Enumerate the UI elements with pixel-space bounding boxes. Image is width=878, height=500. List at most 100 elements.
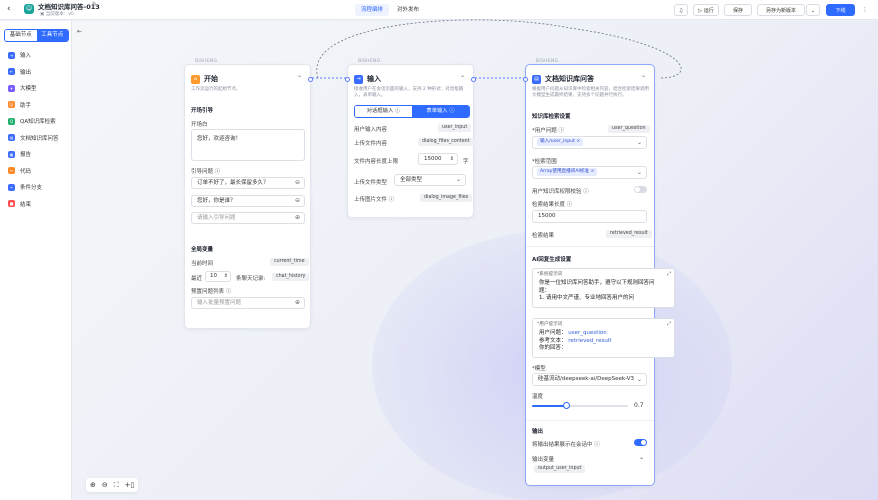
output-section-title: 输出 <box>532 429 544 435</box>
prompt-variable: user_question <box>568 330 607 336</box>
output-port[interactable] <box>308 77 313 82</box>
divider <box>526 420 654 421</box>
expand-icon[interactable]: ⤢ <box>667 271 671 277</box>
chevron-up-icon[interactable]: ⌃ <box>460 75 465 82</box>
tab-label: 对话框输入 <box>366 108 394 114</box>
system-prompt-editor[interactable]: *系统提示词 ⤢ 你是一位知识库问答助手，遵守以下规则回答问题： 1. 请用中文… <box>532 268 675 308</box>
info-icon: ⓘ <box>394 108 401 114</box>
guide-label-text: 引导问题 <box>191 169 214 175</box>
history-suffix: 条聊天记录: <box>236 276 266 282</box>
brand-label: BISHENG <box>358 59 381 64</box>
chevron-up-icon[interactable]: ⌃ <box>641 75 646 82</box>
prompt-line: 你是一位知识库问答助手，遵守以下规则回答问题： <box>539 280 655 294</box>
permission-label-text: 用户知识库权限校验 <box>532 189 582 195</box>
prompt-prefix: 用户问题： <box>539 330 567 336</box>
expand-icon[interactable]: ⤢ <box>667 321 671 327</box>
image-upload-var: dialog_image_files <box>420 194 473 202</box>
opening-section-title: 开场引导 <box>191 108 214 114</box>
prompt-line: 1. 请用中文严谨、专业地回答用户的问 <box>539 295 634 301</box>
question-select[interactable]: 输入/user_input × ⌄ <box>532 136 647 149</box>
file-content-label: 上传文件内容 <box>354 141 388 147</box>
info-icon: ⓘ <box>566 202 573 208</box>
history-count-input[interactable]: 10 ⇕ <box>205 271 231 282</box>
image-upload-label-text: 上传图片文件 <box>354 197 388 203</box>
retrieval-section-title: 知识库检索设置 <box>532 114 571 120</box>
model-value: 硅基流动/deepseek-ai/DeepSeek-V3 <box>538 376 635 382</box>
info-icon: ⓘ <box>388 197 395 203</box>
question-chip: 输入/user_input × <box>537 138 584 146</box>
show-result-toggle[interactable] <box>634 439 647 446</box>
chevron-down-icon: ⌄ <box>636 139 642 146</box>
info-icon: ⓘ <box>558 128 565 134</box>
current-time-var: current_time <box>270 258 309 266</box>
user-prompt-editor[interactable]: *用户提示词 ⤢ 用户问题： user_question 参考文本： retri… <box>532 318 675 358</box>
guide-question-1[interactable]: 订单不好了，最长保留多久？ ⊖ <box>191 177 305 189</box>
slider-handle[interactable] <box>562 402 570 409</box>
stepper-icon[interactable]: ⇕ <box>450 154 454 164</box>
user-prompt-text: 用户问题： user_question 参考文本： retrieved_resu… <box>539 330 664 353</box>
node-title: 文档知识库问答 <box>545 75 594 83</box>
file-type-select[interactable]: 全部类型 ⌄ <box>394 174 466 186</box>
question-label: *用户问题 ⓘ <box>532 126 564 134</box>
node-header: ▤ 文档知识库问答 <box>532 74 594 84</box>
brand-label: BISHENG <box>195 59 218 64</box>
system-prompt-text: 你是一位知识库问答助手，遵守以下规则回答问题： 1. 请用中文严谨、专业地回答用… <box>539 280 664 303</box>
temperature-value: 0.7 <box>634 402 644 409</box>
node-header: ⇥ 输入 <box>354 74 381 84</box>
output-port[interactable] <box>471 77 476 82</box>
prompt-variable: retrieved_result <box>568 337 612 344</box>
start-node[interactable]: BISHENG ⌂ 开始 ⌃ 工作流运行的起始节点。 开场引导 开场白 您好，欢… <box>184 59 313 329</box>
chevron-down-icon[interactable]: ⌄ <box>639 454 644 461</box>
info-icon: ⓘ <box>594 442 600 448</box>
chevron-up-icon[interactable]: ⌃ <box>297 75 302 82</box>
length-limit-input[interactable]: 15000 ⇕ <box>418 153 458 165</box>
question-var: user_question <box>608 125 650 133</box>
input-port[interactable] <box>345 77 350 82</box>
input-icon: ⇥ <box>354 74 363 84</box>
input-port[interactable] <box>523 77 528 82</box>
history-count-value: 10 <box>210 273 217 279</box>
show-result-label: 将输出结果展示在会话中 ⓘ <box>532 440 600 448</box>
preset-label: 预置问题列表 ⓘ <box>191 287 231 295</box>
zoom-in-icon[interactable]: ⊕ <box>90 481 96 489</box>
guide-question-2[interactable]: 您好，你是谁？ ⊖ <box>191 195 305 207</box>
add-circle-icon[interactable]: ⊕ <box>295 298 300 308</box>
scope-select[interactable]: Array使用直播间AI标准 × ⌄ <box>532 166 647 179</box>
permission-toggle[interactable] <box>634 186 647 193</box>
info-icon: ⓘ <box>449 108 455 114</box>
preset-question-input[interactable]: 输入批量预置问题 ⊕ <box>191 297 305 309</box>
temperature-slider[interactable] <box>532 402 628 409</box>
input-node[interactable]: BISHENG ⇥ 输入 ⌃ 接收用户在会话页面的输入，支持 2 种形式：对话框… <box>345 59 476 218</box>
show-result-label-text: 将输出结果展示在会话中 <box>532 442 593 448</box>
length-limit-value: 15000 <box>424 156 442 162</box>
result-length-value: 15000 <box>538 213 556 219</box>
opening-label: 开场白 <box>191 122 208 128</box>
zoom-out-icon[interactable]: ⊖ <box>102 481 108 489</box>
tab-form-input[interactable]: 表单输入 ⓘ <box>412 106 469 117</box>
tab-dialog-input[interactable]: 对话框输入 ⓘ <box>355 106 412 117</box>
node-title: 输入 <box>367 75 381 83</box>
model-label: *模型 <box>532 366 546 372</box>
opening-textarea[interactable]: 您好，欢迎咨询！ <box>191 129 305 161</box>
model-select[interactable]: 硅基流动/deepseek-ai/DeepSeek-V3 ⌄ <box>532 373 647 386</box>
placeholder-text: 请输入引导问题 <box>197 215 236 221</box>
node-description: 接收用户在会话页面的输入，支持 2 种形式：对话框输入，表单输入。 <box>354 87 464 98</box>
prompt-line: 你的回答： <box>539 345 567 351</box>
result-length-input[interactable]: 15000 <box>532 210 647 223</box>
fit-view-icon[interactable]: ⛶ <box>114 481 119 490</box>
stepper-icon[interactable]: ⇕ <box>224 272 228 281</box>
doc-qa-node[interactable]: BISHENG ▤ 文档知识库问答 ⌃ 根据用户问题从知识库中检索相关内容，结合… <box>523 59 675 486</box>
add-circle-icon[interactable]: ⊕ <box>295 213 300 223</box>
guide-question-input[interactable]: 请输入引导问题 ⊕ <box>191 212 305 224</box>
info-icon: ⓘ <box>214 169 221 175</box>
input-mode-tabs: 对话框输入 ⓘ 表单输入 ⓘ <box>354 105 470 118</box>
permission-label: 用户知识库权限校验 ⓘ <box>532 187 589 195</box>
remove-circle-icon[interactable]: ⊖ <box>295 196 300 206</box>
guide-question-text: 订单不好了，最长保留多久？ <box>197 180 269 186</box>
prompt-line: 参考文本： retrieved_result <box>539 338 664 346</box>
system-prompt-label: *系统提示词 <box>537 272 563 277</box>
remove-circle-icon[interactable]: ⊖ <box>295 178 300 188</box>
user-input-label: 用户输入内容 <box>354 127 388 133</box>
output-var: output_user_input <box>534 465 586 473</box>
add-note-icon[interactable]: +▯ <box>125 481 135 489</box>
